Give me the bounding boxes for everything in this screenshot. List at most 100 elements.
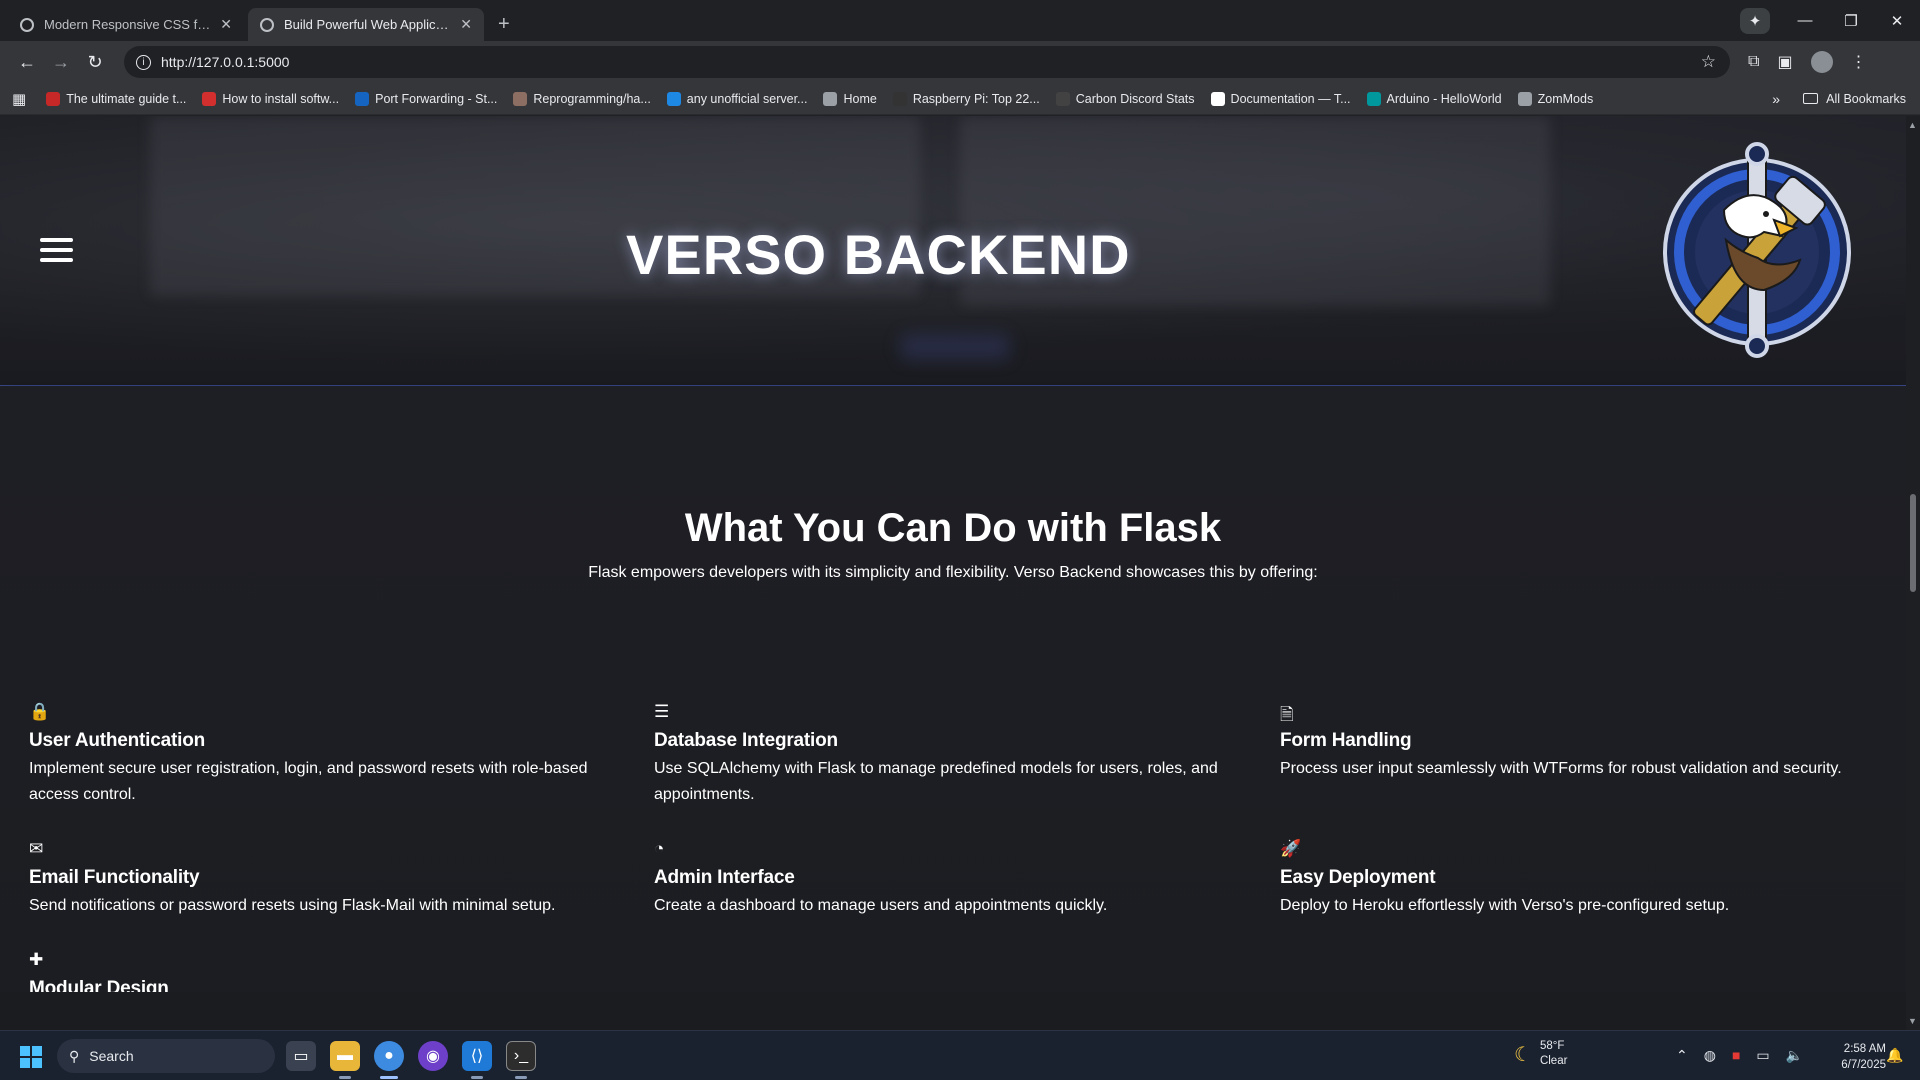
new-tab-button[interactable]: + bbox=[488, 8, 520, 41]
url-text: http://127.0.0.1:5000 bbox=[161, 54, 290, 70]
window-controls: — ❐ ✕ bbox=[1782, 0, 1920, 41]
bookmark-label: Arduino - HelloWorld bbox=[1386, 91, 1502, 106]
bookmark-item[interactable]: Home bbox=[823, 91, 877, 106]
eagle-wrench-logo-icon bbox=[1663, 142, 1851, 358]
minimize-icon[interactable]: — bbox=[1782, 12, 1828, 29]
bookmark-label: How to install softw... bbox=[222, 91, 340, 106]
bookmark-item[interactable]: any unofficial server... bbox=[666, 91, 808, 106]
close-window-icon[interactable]: ✕ bbox=[1874, 12, 1920, 30]
bookmarks-overflow-icon[interactable]: » bbox=[1772, 91, 1780, 107]
tab-modern-css[interactable]: Modern Responsive CSS for We ✕ bbox=[8, 8, 244, 41]
bookmark-favicon-icon bbox=[513, 91, 528, 106]
bookmark-item[interactable]: Arduino - HelloWorld bbox=[1366, 91, 1502, 106]
forward-arrow-icon[interactable]: → bbox=[44, 52, 78, 73]
weather-condition: Clear bbox=[1539, 1055, 1568, 1067]
restore-icon[interactable]: ❐ bbox=[1828, 12, 1874, 30]
puzzle-icon: ✚ bbox=[29, 950, 44, 969]
clock-time: 2:58 AM bbox=[1843, 1043, 1886, 1055]
weather-widget[interactable]: ☾ 58°F Clear bbox=[1514, 1039, 1567, 1069]
features-section: What You Can Do with Flask Flask empower… bbox=[0, 386, 1906, 1025]
extensions-icon[interactable]: ⧉ bbox=[1748, 53, 1759, 71]
feature-item: 🔒 User Authentication Implement secure use… bbox=[29, 702, 619, 808]
bookmark-item[interactable]: ZomMods bbox=[1517, 91, 1594, 106]
tab-favicon-icon bbox=[260, 17, 274, 32]
features-heading: What You Can Do with Flask bbox=[684, 506, 1222, 550]
bookmark-favicon-icon bbox=[355, 91, 370, 106]
profile-avatar[interactable] bbox=[1810, 51, 1833, 73]
browser-toolbar: ← → ↻ i http://127.0.0.1:5000 ☆ ⧉ ▣ ⋮ bbox=[0, 41, 1920, 83]
network-icon[interactable]: ▭ bbox=[1756, 1047, 1769, 1064]
bookmark-item[interactable]: The ultimate guide t... bbox=[46, 91, 186, 106]
hero-header: VERSO BACKEND bbox=[0, 116, 1906, 386]
app-tray-icon[interactable]: ■ bbox=[1732, 1047, 1740, 1064]
feature-description: Deploy to Heroku effortlessly with Verso… bbox=[1280, 897, 1730, 914]
feature-title: Admin Interface bbox=[654, 867, 795, 888]
all-bookmarks-button[interactable]: All Bookmarks bbox=[1803, 92, 1906, 106]
features-intro: Flask empowers developers with its simpl… bbox=[588, 564, 1318, 581]
volume-icon[interactable]: 🔈 bbox=[1786, 1047, 1803, 1064]
hamburger-menu-icon[interactable] bbox=[40, 238, 73, 262]
gemini-sparkle-icon[interactable]: ✦ bbox=[1740, 8, 1770, 34]
bookmark-label: Carbon Discord Stats bbox=[1075, 91, 1195, 106]
feature-item: ☰ Database Integration Use SQLAlchemy with… bbox=[654, 702, 1244, 808]
tab-build-web-app[interactable]: Build Powerful Web Application ✕ bbox=[248, 8, 484, 41]
scroll-down-icon[interactable]: ▼ bbox=[1908, 1016, 1917, 1026]
bookmark-label: Port Forwarding - St... bbox=[375, 91, 498, 106]
tab-close-icon[interactable]: ✕ bbox=[460, 16, 472, 33]
feature-title: Database Integration bbox=[654, 730, 838, 751]
apps-grid-icon[interactable]: ▦ bbox=[12, 90, 26, 108]
github-icon[interactable]: ◉ bbox=[418, 1041, 448, 1071]
search-icon: ⚲ bbox=[69, 1047, 80, 1064]
feature-title: Easy Deployment bbox=[1280, 867, 1436, 888]
bookmark-favicon-icon bbox=[892, 91, 907, 106]
bookmark-label: any unofficial server... bbox=[686, 91, 808, 106]
notification-bell-icon[interactable]: 🔔 bbox=[1886, 1047, 1903, 1064]
file-explorer-icon[interactable]: ▬ bbox=[330, 1041, 360, 1071]
page-scrollbar[interactable]: ▲ ▼ bbox=[1906, 116, 1920, 1030]
scroll-up-icon[interactable]: ▲ bbox=[1908, 120, 1917, 130]
task-view-icon[interactable]: ▭ bbox=[286, 1041, 316, 1071]
folder-icon bbox=[1803, 93, 1819, 104]
feature-description: Create a dashboard to manage users and a… bbox=[654, 897, 1108, 914]
address-bar[interactable]: i http://127.0.0.1:5000 ☆ bbox=[124, 46, 1730, 78]
terminal-icon[interactable]: ›_ bbox=[506, 1041, 536, 1071]
taskbar-search[interactable]: ⚲ Search bbox=[57, 1039, 275, 1073]
site-info-icon[interactable]: i bbox=[136, 54, 151, 70]
feature-description: Send notifications or password resets us… bbox=[29, 897, 556, 914]
page-viewport: VERSO BACKEND What You Can Do with Flask… bbox=[0, 116, 1906, 1030]
all-bookmarks-label: All Bookmarks bbox=[1826, 91, 1906, 106]
bookmark-item[interactable]: Documentation — T... bbox=[1210, 91, 1351, 106]
reload-icon[interactable]: ↻ bbox=[78, 52, 112, 73]
tab-favicon-icon bbox=[20, 17, 34, 32]
vscode-icon[interactable]: ⟨⟩ bbox=[462, 1041, 492, 1071]
tab-close-icon[interactable]: ✕ bbox=[220, 16, 232, 33]
bookmark-favicon-icon bbox=[1055, 91, 1070, 106]
lock-icon: 🔒 bbox=[29, 702, 51, 721]
scrollbar-thumb[interactable] bbox=[1910, 494, 1916, 592]
chrome-icon[interactable]: ● bbox=[374, 1041, 404, 1071]
gauge-icon: ◔ bbox=[654, 839, 665, 858]
bookmark-favicon-icon bbox=[202, 91, 217, 106]
discord-icon[interactable]: ◍ bbox=[1704, 1047, 1716, 1064]
windows-start-icon[interactable] bbox=[20, 1046, 42, 1068]
bookmark-favicon-icon bbox=[1517, 91, 1532, 106]
feature-item: ✉ Email Functionality Send notifications o… bbox=[29, 839, 619, 919]
menu-dots-icon[interactable]: ⋮ bbox=[1851, 52, 1867, 72]
bookmark-item[interactable]: Carbon Discord Stats bbox=[1055, 91, 1195, 106]
feature-title: Form Handling bbox=[1280, 730, 1412, 751]
bookmark-item[interactable]: How to install softw... bbox=[202, 91, 340, 106]
back-arrow-icon[interactable]: ← bbox=[10, 52, 44, 73]
envelope-icon: ✉ bbox=[29, 839, 44, 858]
bookmark-item[interactable]: Raspberry Pi: Top 22... bbox=[892, 91, 1040, 106]
bookmark-star-icon[interactable]: ☆ bbox=[1701, 52, 1716, 72]
bookmark-item[interactable]: Reprogramming/ha... bbox=[513, 91, 651, 106]
moon-icon: ☾ bbox=[1514, 1043, 1532, 1066]
tray-overflow-icon[interactable]: ⌃ bbox=[1676, 1047, 1688, 1064]
bookmark-favicon-icon bbox=[46, 91, 61, 106]
taskbar-search-label: Search bbox=[89, 1048, 134, 1064]
feature-title: User Authentication bbox=[29, 730, 206, 751]
bookmark-item[interactable]: Port Forwarding - St... bbox=[355, 91, 498, 106]
bookmark-label: ZomMods bbox=[1537, 91, 1594, 106]
clock[interactable]: 2:58 AM 6/7/2025 bbox=[1826, 1041, 1886, 1073]
tab-search-icon[interactable]: ▣ bbox=[1777, 52, 1792, 72]
